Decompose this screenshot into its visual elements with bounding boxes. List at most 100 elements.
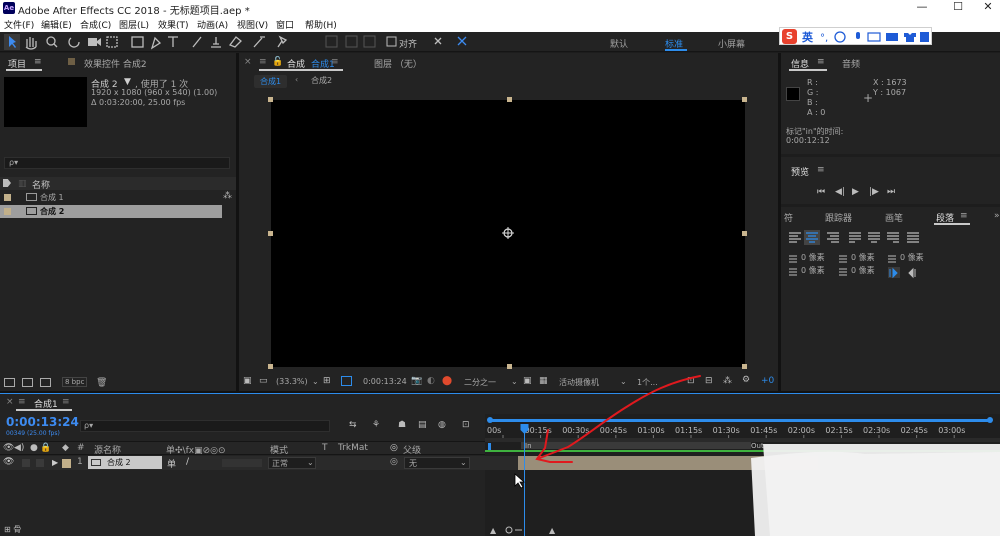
column-t[interactable]: T bbox=[322, 443, 328, 453]
eraser-tool-icon[interactable] bbox=[228, 36, 242, 48]
layer-solo-box[interactable] bbox=[36, 459, 44, 467]
skin-icon[interactable] bbox=[886, 33, 898, 41]
puppet-pin-tool-icon[interactable] bbox=[277, 35, 288, 48]
expand-layer-icon[interactable]: ▶ bbox=[52, 458, 58, 467]
tab-character[interactable]: 符 bbox=[784, 211, 793, 224]
tab-tracker[interactable]: 跟踪器 bbox=[825, 211, 852, 224]
pick-whip-icon[interactable]: ◎ bbox=[390, 457, 398, 467]
menu-file[interactable]: 文件(F) bbox=[4, 18, 34, 31]
punctuation-icon[interactable]: °, bbox=[820, 33, 828, 44]
parent-select[interactable]: 无 ⌄ bbox=[404, 457, 470, 469]
exposure-value-icon[interactable]: +0 bbox=[761, 376, 774, 386]
label-color-swatch[interactable] bbox=[4, 208, 11, 215]
align-right-icon[interactable] bbox=[827, 232, 839, 243]
shirt-icon[interactable] bbox=[904, 33, 916, 42]
lock-switch-icon[interactable]: 🔒 bbox=[40, 443, 51, 453]
toggle-pixel-aspect-icon[interactable]: ⊡ bbox=[687, 376, 695, 386]
bit-depth-button[interactable]: 8 bpc bbox=[62, 377, 88, 387]
layer-switch-boxes[interactable] bbox=[222, 459, 262, 467]
toolbox-icon[interactable] bbox=[920, 32, 929, 42]
camera-select[interactable]: 活动摄像机 bbox=[559, 377, 599, 388]
project-search-input[interactable]: ρ▾ bbox=[4, 157, 230, 169]
previous-frame-icon[interactable]: ◀| bbox=[835, 187, 845, 197]
justify-last-center-icon[interactable] bbox=[868, 232, 880, 243]
axis-mode-icon[interactable] bbox=[325, 35, 376, 48]
zoom-select[interactable]: (33.3%) bbox=[276, 377, 308, 386]
draft-3d-icon[interactable]: ⚘ bbox=[372, 420, 380, 430]
clone-stamp-tool-icon[interactable] bbox=[211, 37, 221, 48]
menu-edit[interactable]: 编辑(E) bbox=[41, 18, 72, 31]
emoji-icon[interactable] bbox=[834, 31, 846, 43]
preview-menu-icon[interactable]: ≡ bbox=[817, 165, 825, 175]
ime-language-toggle[interactable]: 英 bbox=[802, 29, 813, 45]
justify-last-left-icon[interactable] bbox=[849, 232, 861, 243]
work-area-bar[interactable] bbox=[490, 419, 990, 422]
flowchart-icon[interactable]: ⁂ bbox=[223, 191, 232, 201]
column-source-name[interactable]: 源名称 bbox=[94, 443, 121, 456]
transparency-grid-icon[interactable]: ▦ bbox=[539, 376, 548, 386]
safe-margins-icon[interactable]: ⊞ bbox=[323, 376, 331, 386]
brush-tool-icon[interactable] bbox=[192, 36, 202, 48]
rotate-tool-icon[interactable] bbox=[68, 37, 80, 48]
reset-exposure-icon[interactable]: ⚙ bbox=[742, 375, 750, 385]
column-number[interactable]: # bbox=[77, 443, 85, 453]
table-row[interactable]: 👁 ▶ 1 合成 2 单 / 正常 ⌄ ◎ 无 ⌄ bbox=[0, 456, 485, 470]
tab-audio[interactable]: 音频 bbox=[842, 57, 860, 70]
last-frame-icon[interactable]: ⏭ bbox=[887, 187, 895, 197]
zoom-tool-icon[interactable] bbox=[46, 36, 58, 48]
shy-switch-icon[interactable]: 单 bbox=[167, 457, 176, 470]
timeline-timecode[interactable]: 0:00:13:24 bbox=[6, 415, 79, 429]
timeline-search-input[interactable]: ρ▾ bbox=[80, 420, 330, 432]
region-of-interest-icon[interactable] bbox=[341, 376, 352, 386]
indent-right-value[interactable]: 0 像素 bbox=[851, 252, 875, 263]
quality-switch-icon[interactable]: / bbox=[186, 457, 189, 467]
label-tag-icon[interactable] bbox=[3, 179, 11, 187]
snapshot-icon[interactable]: 📷 bbox=[411, 376, 422, 386]
motion-blur-icon[interactable]: ◍ bbox=[438, 420, 446, 430]
camera-tool-icon[interactable] bbox=[88, 38, 101, 46]
space-after-value[interactable]: 0 像素 bbox=[851, 265, 875, 276]
next-frame-icon[interactable]: |▶ bbox=[869, 187, 879, 197]
sogou-logo-icon[interactable]: S bbox=[782, 29, 797, 44]
paragraph-menu-icon[interactable]: ≡ bbox=[960, 211, 968, 221]
video-switch-icon[interactable]: 👁 bbox=[3, 443, 14, 453]
snap-options-icon[interactable] bbox=[434, 36, 467, 46]
resolution-chevron-icon[interactable]: ⌄ bbox=[511, 377, 518, 386]
maximize-icon[interactable]: ☐ bbox=[948, 0, 968, 14]
indent-left-value[interactable]: 0 像素 bbox=[801, 252, 825, 263]
layer-label-swatch[interactable] bbox=[62, 459, 71, 468]
close-icon[interactable]: ✕ bbox=[978, 0, 998, 14]
timeline-menu-icon[interactable]: ≡ bbox=[18, 397, 26, 407]
workspace-small-screen[interactable]: 小屏幕 bbox=[718, 37, 745, 50]
layer-visibility-icon[interactable]: 👁 bbox=[3, 457, 14, 467]
zoom-out-icon[interactable]: ▲ bbox=[490, 526, 497, 535]
graph-editor-icon[interactable]: ⊡ bbox=[462, 420, 470, 430]
shy-layers-icon[interactable]: ☗ bbox=[398, 420, 406, 430]
monitor-icon[interactable]: ▭ bbox=[259, 376, 268, 386]
timeline-tab-menu-icon[interactable]: ≡ bbox=[62, 397, 70, 407]
column-switches[interactable]: 单✣\fx▣⊘◎⊙ bbox=[166, 443, 226, 456]
layer-audio-box[interactable] bbox=[22, 459, 30, 467]
panel-divider[interactable] bbox=[778, 53, 781, 391]
play-icon[interactable]: ▶ bbox=[852, 187, 859, 197]
comp-mini-flowchart-icon[interactable]: ⇆ bbox=[349, 420, 357, 430]
indent-first-value[interactable]: 0 像素 bbox=[900, 252, 924, 263]
justify-last-right-icon[interactable] bbox=[887, 232, 899, 243]
zoom-chevron-down-icon[interactable]: ⌄ bbox=[312, 377, 319, 386]
new-folder-icon[interactable] bbox=[22, 378, 33, 387]
timeline-bottom-toggles[interactable]: ⊞ 骨 bbox=[4, 524, 21, 535]
show-snapshot-icon[interactable]: ◐ bbox=[427, 376, 435, 386]
comp-flowchart-icon[interactable]: ⁂ bbox=[723, 376, 732, 386]
menu-help[interactable]: 帮助(H) bbox=[305, 18, 337, 31]
project-menu-icon[interactable]: ≡ bbox=[34, 57, 42, 67]
current-time[interactable]: 0:00:13:24 bbox=[363, 377, 407, 386]
in-marker-label[interactable]: In bbox=[525, 442, 532, 450]
pan-behind-tool-icon[interactable] bbox=[106, 36, 118, 48]
render-icon[interactable]: ⊟ bbox=[705, 376, 713, 386]
column-name[interactable]: 名称 bbox=[32, 178, 50, 191]
align-left-icon[interactable] bbox=[789, 232, 801, 243]
tab-brush[interactable]: 画笔 bbox=[885, 211, 903, 224]
rectangle-tool-icon[interactable] bbox=[131, 36, 144, 48]
workspace-default[interactable]: 默认 bbox=[610, 37, 628, 50]
rtl-direction-icon[interactable] bbox=[908, 267, 916, 279]
